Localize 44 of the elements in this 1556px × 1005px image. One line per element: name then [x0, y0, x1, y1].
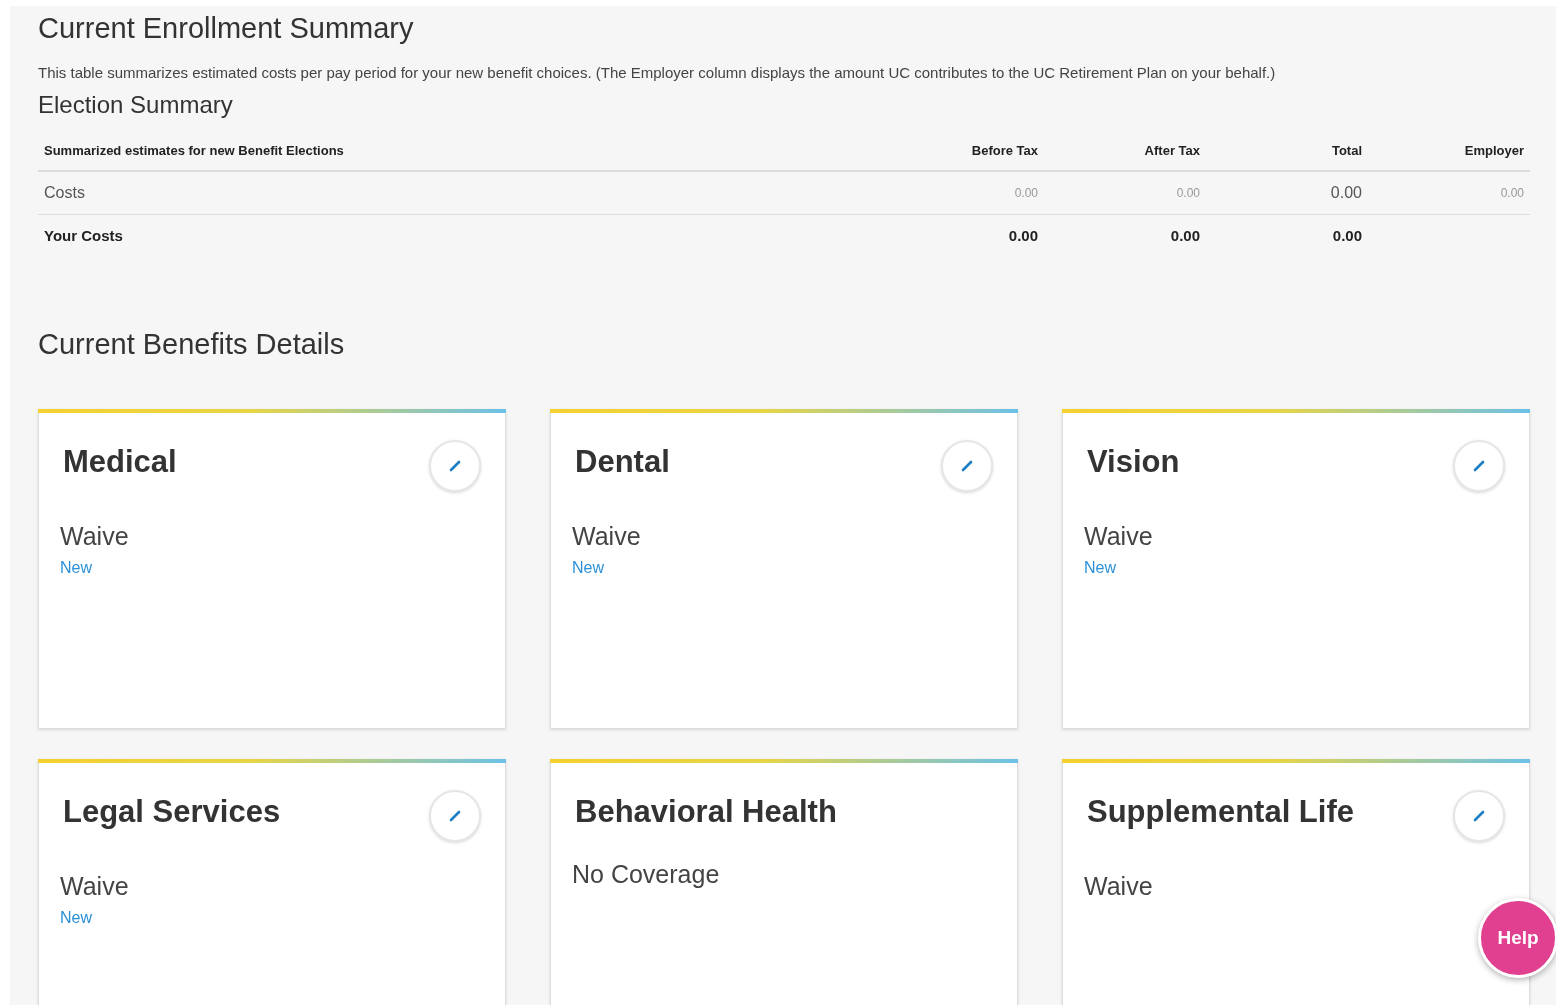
pencil-icon: [960, 459, 974, 473]
pencil-icon: [1472, 809, 1486, 823]
description-text: This table summarizes estimated costs per pay period for your new benefit choices. (The Employer column displays the amount UC contributes to the UC Retirement Plan on your behalf.): [38, 63, 1277, 83]
edit-button[interactable]: [941, 440, 993, 492]
table-cell: 0.00: [1170, 227, 1200, 244]
coverage-status: Waive: [1084, 872, 1154, 901]
coverage-status: No Coverage: [572, 860, 721, 889]
section-subtitle: Election Summary: [38, 91, 234, 119]
table-cell: 0.00: [1330, 184, 1362, 201]
table-cell: 0.00: [1014, 186, 1038, 200]
column-header: After Tax: [1044, 131, 1206, 171]
pencil-icon: [1472, 459, 1486, 473]
new-tag: New: [572, 559, 993, 577]
page-title: Current Enrollment Summary: [38, 12, 415, 45]
edit-button[interactable]: [1453, 790, 1505, 842]
new-tag: New: [60, 909, 481, 927]
table-cell: 0.00: [1500, 186, 1524, 200]
coverage-status: Waive: [60, 872, 130, 901]
edit-button[interactable]: [429, 790, 481, 842]
card-title: Vision: [1087, 444, 1180, 480]
column-header: Before Tax: [882, 131, 1044, 171]
table-cell: Your Costs: [44, 227, 123, 244]
column-header: Summarized estimates for new Benefit Elections: [38, 131, 882, 171]
pencil-icon: [448, 809, 462, 823]
new-tag: New: [1084, 559, 1505, 577]
table-cell: Costs: [44, 184, 85, 201]
section-title: Current Benefits Details: [38, 328, 346, 361]
coverage-status: Waive: [60, 522, 130, 551]
pencil-icon: [448, 459, 462, 473]
card-title: Legal Services: [63, 794, 281, 830]
card-title: Medical: [63, 444, 177, 480]
card-title: Behavioral Health: [575, 794, 837, 830]
column-header: Employer: [1368, 131, 1530, 171]
table-cell: 0.00: [1332, 227, 1362, 244]
coverage-status: Waive: [572, 522, 642, 551]
edit-button[interactable]: [429, 440, 481, 492]
table-cell: 0.00: [1008, 227, 1038, 244]
column-header: Total: [1206, 131, 1368, 171]
edit-button[interactable]: [1453, 440, 1505, 492]
table-cell: 0.00: [1176, 186, 1200, 200]
new-tag: New: [60, 559, 481, 577]
coverage-status: Waive: [1084, 522, 1154, 551]
card-title: Dental: [575, 444, 670, 480]
card-title: Supplemental Life: [1087, 794, 1354, 830]
